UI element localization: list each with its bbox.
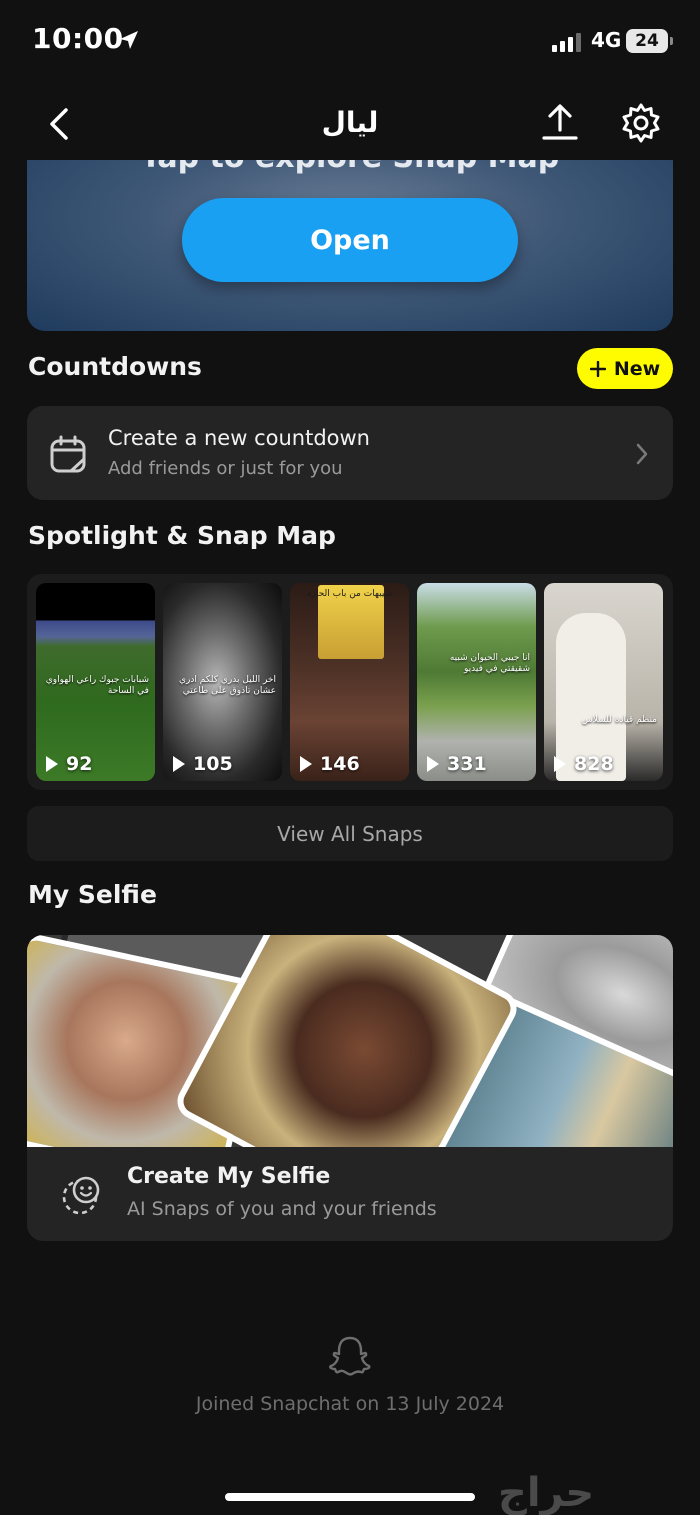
view-all-snaps-button[interactable]: View All Snaps bbox=[27, 806, 673, 861]
home-indicator[interactable] bbox=[225, 1493, 475, 1501]
signal-bars-icon bbox=[552, 32, 581, 52]
tile-caption: منظم قيادة للسلاس bbox=[581, 715, 657, 725]
tile-view-count: 105 bbox=[173, 753, 233, 775]
create-countdown-card[interactable]: Create a new countdown Add friends or ju… bbox=[27, 406, 673, 500]
share-upload-icon[interactable] bbox=[540, 102, 580, 142]
play-icon bbox=[554, 756, 566, 772]
profile-header: ليال bbox=[0, 84, 700, 160]
watermark-logo: حراج bbox=[498, 1470, 595, 1515]
joined-date-text: Joined Snapchat on 13 July 2024 bbox=[195, 1393, 505, 1415]
selfie-card-subtitle: AI Snaps of you and your friends bbox=[127, 1198, 437, 1220]
tile-view-count: 146 bbox=[300, 753, 360, 775]
location-arrow-icon bbox=[120, 31, 138, 49]
tile-caption: اخر الليل بدري كلكم ادري عشان تاذوق على … bbox=[179, 675, 276, 696]
tile-caption: شبابات جبوك راعي الهواوي في الساحة bbox=[45, 675, 149, 696]
tile-view-count: 828 bbox=[554, 753, 614, 775]
plus-icon bbox=[589, 360, 606, 377]
play-icon bbox=[427, 756, 439, 772]
open-snap-map-button[interactable]: Open bbox=[182, 198, 518, 282]
battery-indicator: 24 bbox=[626, 29, 673, 53]
create-my-selfie-card[interactable]: Create My Selfie AI Snaps of you and you… bbox=[27, 935, 673, 1241]
selfie-card-title: Create My Selfie bbox=[127, 1164, 331, 1189]
my-selfie-heading: My Selfie bbox=[28, 880, 157, 909]
selfie-smile-icon bbox=[62, 1176, 100, 1215]
play-icon bbox=[300, 756, 312, 772]
new-countdown-button[interactable]: New bbox=[577, 348, 673, 389]
status-time: 10:00 bbox=[32, 22, 124, 55]
play-icon bbox=[173, 756, 185, 772]
tile-view-count: 331 bbox=[427, 753, 487, 775]
countdown-card-subtitle: Add friends or just for you bbox=[108, 458, 343, 479]
spotlight-tile[interactable]: انا جيبي الحيوان شبيه شقيقتي في فيديو 33… bbox=[417, 583, 536, 781]
spotlight-tile[interactable]: منظم قيادة للسلاس 828 bbox=[544, 583, 663, 781]
status-bar: 10:00 4G 24 bbox=[0, 0, 700, 84]
countdowns-heading: Countdowns bbox=[28, 352, 202, 381]
calendar-icon bbox=[50, 435, 86, 473]
new-button-label: New bbox=[613, 357, 661, 380]
profile-name-title: ليال bbox=[321, 106, 379, 139]
snap-map-banner[interactable]: Tap to explore Snap Map Open bbox=[27, 140, 673, 331]
network-type: 4G bbox=[591, 28, 622, 52]
play-icon bbox=[46, 756, 58, 772]
tile-view-count: 92 bbox=[46, 753, 92, 775]
selfie-collage-image bbox=[27, 935, 673, 1147]
tile-caption: شيبهات من باب الحارة bbox=[306, 589, 393, 599]
spotlight-tile[interactable]: شبابات جبوك راعي الهواوي في الساحة 92 bbox=[36, 583, 155, 781]
countdown-card-title: Create a new countdown bbox=[108, 426, 370, 450]
spotlight-strip: شبابات جبوك راعي الهواوي في الساحة 92 اخ… bbox=[27, 574, 673, 790]
spotlight-tile[interactable]: اخر الليل بدري كلكم ادري عشان تاذوق على … bbox=[163, 583, 282, 781]
spotlight-heading: Spotlight & Snap Map bbox=[28, 521, 336, 550]
tile-caption: انا جيبي الحيوان شبيه شقيقتي في فيديو bbox=[449, 653, 530, 674]
snapchat-ghost-icon bbox=[329, 1336, 371, 1376]
settings-gear-icon[interactable] bbox=[620, 102, 662, 144]
chevron-right-icon bbox=[636, 443, 648, 465]
spotlight-tile[interactable]: شيبهات من باب الحارة 146 bbox=[290, 583, 409, 781]
